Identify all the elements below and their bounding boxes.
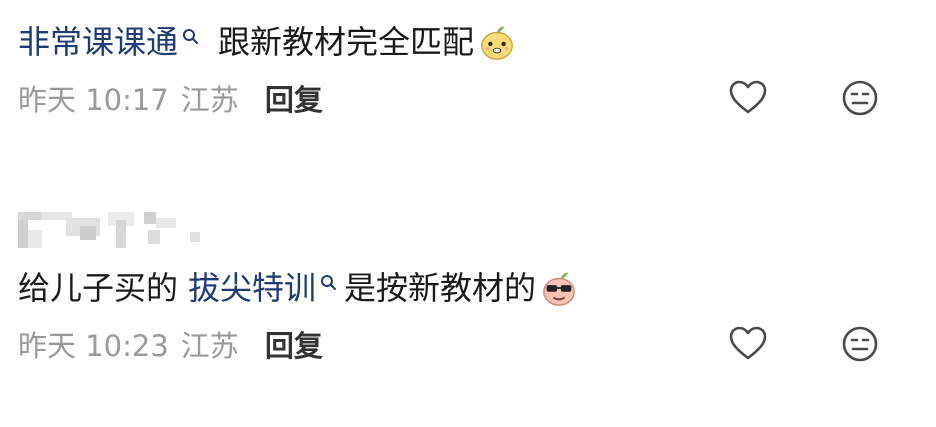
emoji-face-icon[interactable] bbox=[840, 324, 880, 364]
comment-prefix: 给儿子买的 bbox=[18, 269, 179, 307]
cool-sunglasses-emoji-icon bbox=[543, 272, 575, 306]
comment-body: 非常课课通 跟新教材完全匹配 bbox=[18, 14, 936, 70]
product-link[interactable]: 拔尖特训 bbox=[188, 260, 316, 316]
comment-text: 跟新教材完全匹配 bbox=[218, 23, 475, 61]
comment-body: 给儿子买的 拔尖特训 是按新教材的 bbox=[18, 260, 936, 316]
reply-button[interactable]: 回复 bbox=[265, 77, 323, 119]
comment-item: 非常课课通 跟新教材完全匹配 昨天 10:17 江苏 回复 bbox=[18, 14, 936, 126]
search-icon bbox=[183, 29, 199, 44]
comment-text: 是按新教材的 bbox=[344, 269, 537, 307]
product-link[interactable]: 非常课课通 bbox=[18, 14, 178, 70]
heart-icon[interactable] bbox=[728, 324, 768, 364]
pear-face-emoji-icon bbox=[481, 26, 513, 60]
comment-meta: 昨天 10:23 江苏 回复 bbox=[18, 316, 936, 372]
search-icon bbox=[321, 275, 337, 290]
comment-meta: 昨天 10:17 江苏 回复 bbox=[18, 70, 936, 126]
comment-time: 昨天 10:17 bbox=[18, 83, 169, 117]
comment-location: 江苏 bbox=[180, 83, 239, 117]
heart-icon[interactable] bbox=[728, 78, 768, 118]
reply-button[interactable]: 回复 bbox=[265, 323, 323, 365]
comment-time: 昨天 10:23 bbox=[18, 329, 169, 363]
comment-location: 江苏 bbox=[180, 329, 239, 363]
blurred-username bbox=[18, 212, 200, 248]
comment-item: 给儿子买的 拔尖特训 是按新教材的 昨天 10:23 江苏 回复 bbox=[18, 196, 936, 372]
emoji-face-icon[interactable] bbox=[840, 78, 880, 118]
username-row bbox=[18, 196, 936, 260]
